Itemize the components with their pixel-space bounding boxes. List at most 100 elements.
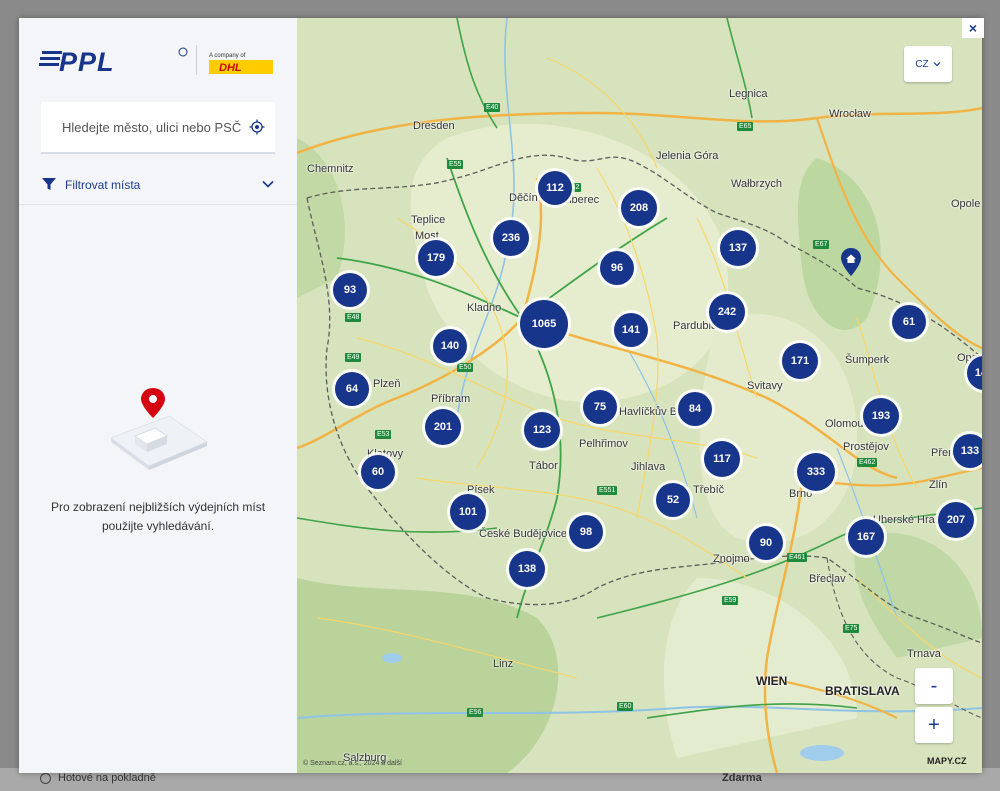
pickup-cluster-marker[interactable]: 61 [892, 305, 926, 339]
sidebar: PPL A company of DHL Hledejte město, uli… [19, 18, 297, 773]
pickup-cluster-marker[interactable]: 167 [848, 519, 884, 555]
road-shield: E75 [843, 624, 860, 633]
pickup-cluster-marker[interactable]: 96 [600, 251, 634, 285]
city-label: Tábor [529, 460, 558, 472]
locate-me-icon[interactable] [249, 119, 265, 135]
close-modal-button[interactable]: × [962, 18, 984, 38]
pickup-cluster-marker[interactable]: 138 [509, 551, 545, 587]
pickup-cluster-marker[interactable]: 64 [335, 372, 369, 406]
road-shield: E40 [484, 103, 501, 112]
city-label: Legnica [729, 88, 768, 100]
mapy-cz-logo[interactable]: MAPY.CZ [927, 756, 967, 766]
road-shield: E56 [467, 708, 484, 717]
map-view[interactable]: Legnica Wrocław Dresden Jelenia Góra Che… [297, 18, 982, 773]
city-label: Svitavy [747, 380, 783, 392]
city-label: Jihlava [631, 461, 666, 473]
road-shield: E53 [375, 430, 392, 439]
city-label: Wrocław [829, 108, 871, 120]
pickup-cluster-marker[interactable]: 242 [709, 294, 745, 330]
city-label: Teplice [411, 214, 446, 226]
city-label: České Budějovice [479, 528, 568, 540]
road-shield: E49 [345, 353, 362, 362]
city-label: Opole [951, 198, 981, 210]
pickup-cluster-marker[interactable]: 207 [938, 502, 974, 538]
city-label: Linz [493, 658, 514, 670]
city-label: BRATISLAVA [825, 684, 900, 698]
empty-state-message: Pro zobrazení nejbližších výdejních míst… [50, 500, 266, 533]
filter-label: Filtrovat místa [65, 178, 141, 192]
svg-text:A company of: A company of [209, 53, 246, 59]
pickup-cluster-marker[interactable]: 133 [953, 434, 982, 468]
road-shield: E67 [813, 240, 830, 249]
pickup-point-modal: PPL A company of DHL Hledejte město, uli… [19, 18, 982, 773]
city-label: Prostějov [843, 441, 889, 453]
pickup-cluster-marker[interactable]: 52 [656, 483, 690, 517]
brand-header: PPL A company of DHL [39, 40, 279, 80]
road-shield: E462 [857, 458, 878, 467]
city-label: Šumperk [845, 354, 890, 366]
pickup-cluster-marker[interactable]: 140 [433, 329, 467, 363]
payment-option-label: Hotové na pokladně [58, 772, 156, 784]
chevron-down-icon [261, 177, 275, 196]
home-location-pin-icon[interactable] [841, 248, 861, 281]
pickup-cluster-marker[interactable]: 123 [524, 412, 560, 448]
zoom-in-button[interactable]: + [915, 707, 953, 743]
city-label: Děčín [509, 192, 538, 204]
pickup-cluster-marker[interactable]: 193 [863, 398, 899, 434]
location-illustration [107, 386, 211, 482]
pickup-cluster-marker[interactable]: 201 [425, 409, 461, 445]
city-label: Zlín [929, 479, 948, 491]
map-attribution[interactable]: © Seznam.cz, a.s., 2024 a další [303, 760, 402, 767]
pickup-cluster-marker[interactable]: 84 [678, 392, 712, 426]
pickup-cluster-marker[interactable]: 236 [493, 220, 529, 256]
pickup-cluster-marker[interactable]: 90 [749, 526, 783, 560]
pickup-cluster-marker[interactable]: 60 [361, 455, 395, 489]
search-input[interactable] [41, 102, 262, 152]
map-canvas [297, 18, 982, 773]
pickup-cluster-marker[interactable]: 333 [797, 453, 835, 491]
filter-toggle[interactable]: Filtrovat místa [19, 168, 297, 205]
pickup-cluster-marker[interactable]: 117 [704, 441, 740, 477]
city-label: Pelhřimov [579, 438, 628, 450]
city-label: Trnava [907, 648, 941, 660]
pickup-cluster-marker[interactable]: 141 [614, 313, 648, 347]
road-shield: E551 [597, 486, 618, 495]
pickup-cluster-marker[interactable]: 179 [418, 240, 454, 276]
pickup-cluster-marker[interactable]: 112 [538, 171, 572, 205]
road-shield: E461 [787, 553, 808, 562]
city-label: Příbram [431, 393, 471, 405]
pickup-cluster-marker[interactable]: 208 [621, 190, 657, 226]
chevron-down-icon [933, 62, 941, 67]
pickup-cluster-marker[interactable]: 1065 [520, 300, 568, 348]
road-shield: E59 [722, 596, 739, 605]
city-label: Znojmo [713, 553, 750, 565]
shipping-price-label: Zdarma [722, 772, 762, 784]
language-select[interactable]: CZ [904, 46, 952, 82]
city-label: Kladno [467, 302, 502, 314]
city-label: Dresden [413, 120, 455, 132]
pickup-cluster-marker[interactable]: 98 [569, 515, 603, 549]
road-shield: E55 [447, 160, 464, 169]
pickup-cluster-marker[interactable]: 93 [333, 273, 367, 307]
ppl-dhl-logo: PPL A company of DHL [39, 45, 273, 77]
pickup-cluster-marker[interactable]: 137 [720, 230, 756, 266]
road-shield: E50 [457, 363, 474, 372]
city-label: Plzeň [373, 378, 401, 390]
svg-text:DHL: DHL [219, 62, 242, 74]
svg-text:PPL: PPL [59, 47, 115, 77]
road-shield: E48 [345, 313, 362, 322]
pickup-cluster-marker[interactable]: 171 [782, 343, 818, 379]
city-label: Třebíč [693, 484, 725, 496]
city-label: Jelenia Góra [656, 150, 719, 162]
payment-radio[interactable] [40, 773, 51, 784]
city-label: Chemnitz [307, 163, 354, 175]
pickup-cluster-marker[interactable]: 75 [583, 390, 617, 424]
search-box [41, 102, 275, 154]
pickup-cluster-marker[interactable]: 101 [450, 494, 486, 530]
zoom-out-button[interactable]: - [915, 668, 953, 704]
road-shield: E65 [737, 122, 754, 131]
city-label: Břeclav [809, 573, 846, 585]
city-label: WIEN [756, 674, 788, 688]
language-code: CZ [915, 58, 929, 70]
road-shield: E60 [617, 702, 634, 711]
